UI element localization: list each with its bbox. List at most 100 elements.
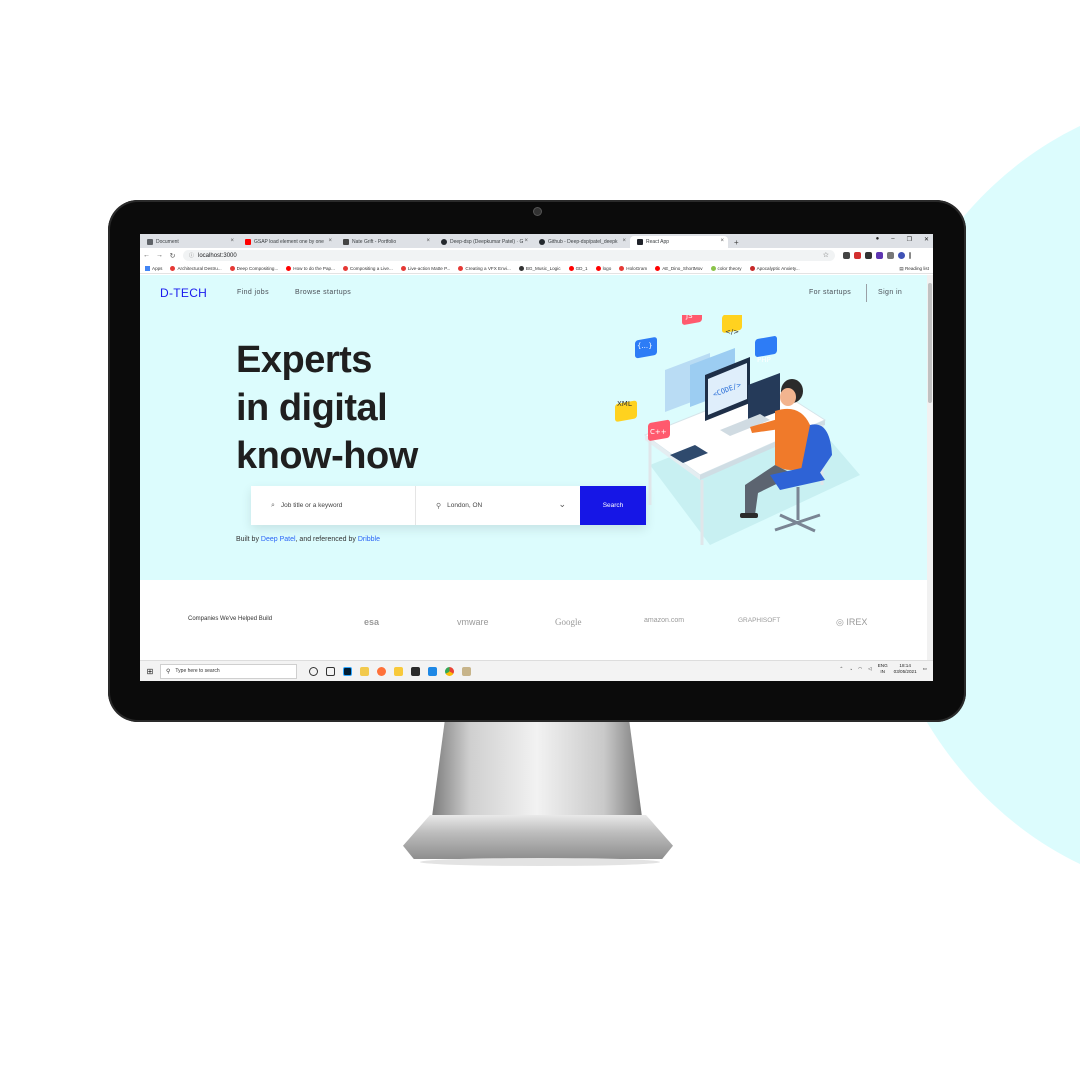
- scrollbar-thumb[interactable]: [928, 283, 932, 403]
- person-shoe: [740, 513, 758, 518]
- app-icon[interactable]: [462, 666, 471, 676]
- bookmark-item[interactable]: Creating a VFX Envi...: [458, 265, 511, 271]
- menu-dots-icon[interactable]: [909, 252, 911, 259]
- close-window-icon[interactable]: ✕: [924, 236, 929, 243]
- taskbar-search[interactable]: ⚲ Type here to search: [160, 663, 297, 679]
- extension-icon[interactable]: [854, 252, 861, 259]
- nav-browse-startups[interactable]: Browse startups: [295, 289, 351, 296]
- chrome-icon[interactable]: [445, 666, 454, 676]
- browser-tab[interactable]: GSAP load element one by one ×: [238, 236, 336, 248]
- developer-illustration: <CODE/> JS </> PHP XML C++ {...}: [615, 315, 860, 545]
- bookmark-item[interactable]: Compositing a Live...: [342, 265, 393, 271]
- extension-icon[interactable]: [865, 252, 872, 259]
- bookmark-item[interactable]: How to do the Pap...: [286, 265, 335, 271]
- browser-tab[interactable]: Github - Deep-dsp/patel_deepk ×: [532, 236, 630, 248]
- cortana-icon[interactable]: [309, 666, 318, 676]
- photoshop-icon[interactable]: [343, 666, 352, 676]
- system-tray: ⌃ ◔ ◠ ◁ ENG IN 18:14 03/05/2021 ▭: [839, 663, 927, 675]
- extensions: [843, 252, 911, 259]
- bookmark-item[interactable]: Live-action Matte P...: [400, 265, 450, 271]
- bookmark-star-icon[interactable]: ☆: [823, 251, 829, 259]
- close-tab-icon[interactable]: ×: [230, 238, 234, 244]
- apps-grid-icon: [145, 265, 150, 271]
- search-icon: ⚲: [166, 668, 171, 675]
- browser-tab-active[interactable]: React App ×: [630, 236, 728, 248]
- vscode-icon[interactable]: [428, 666, 437, 676]
- location-value: London, ON: [447, 502, 483, 509]
- job-search-bar: ⌕ Job title or a keyword ⚲ London, ON ⌄ …: [251, 486, 646, 525]
- info-icon[interactable]: ⓘ: [189, 252, 194, 259]
- react-favicon-icon: [637, 239, 643, 245]
- browser-tab[interactable]: Document ×: [140, 236, 238, 248]
- bookmark-favicon-icon: [170, 265, 176, 271]
- forward-icon[interactable]: →: [153, 252, 166, 259]
- minimize-icon[interactable]: –: [891, 236, 894, 243]
- extension-icon[interactable]: [876, 252, 883, 259]
- nav-find-jobs[interactable]: Find jobs: [237, 289, 269, 296]
- maximize-icon[interactable]: ❐: [907, 236, 912, 243]
- author-link[interactable]: Deep Patel: [261, 536, 296, 543]
- keyword-placeholder: Job title or a keyword: [280, 502, 343, 509]
- keyword-input[interactable]: ⌕ Job title or a keyword: [251, 486, 416, 525]
- bookmark-item[interactable]: logo: [595, 265, 611, 271]
- reload-icon[interactable]: ↻: [166, 252, 179, 260]
- firefox-icon[interactable]: [377, 666, 386, 676]
- bookmark-item[interactable]: Deep Compositing...: [229, 265, 278, 271]
- close-tab-icon[interactable]: ×: [328, 238, 332, 244]
- bookmark-item[interactable]: color theory: [710, 265, 742, 271]
- browser-tab[interactable]: Deep-dsp (Deepkumar Patel) · G ×: [434, 236, 532, 248]
- bookmark-item[interactable]: Apocalyptic Anxiety...: [749, 265, 800, 271]
- windows-taskbar: ⊞ ⚲ Type here to search ⌃ ◔ ◠ ◁ ENG IN 1…: [140, 660, 933, 681]
- bookmark-item[interactable]: BG_Music_Logic: [518, 265, 561, 271]
- bookmark-item[interactable]: HoloGram: [619, 265, 647, 271]
- windows-start-icon[interactable]: ⊞: [140, 667, 160, 676]
- close-tab-icon[interactable]: ×: [720, 238, 724, 244]
- stand-shadow: [420, 858, 660, 866]
- dribbble-link[interactable]: Dribble: [358, 536, 380, 543]
- task-view-icon[interactable]: [326, 666, 335, 676]
- site-logo[interactable]: D-TECH: [160, 286, 207, 300]
- address-bar[interactable]: ⓘ localhost:3000 ☆: [183, 250, 835, 261]
- headline-line: know-how: [236, 435, 418, 477]
- back-icon[interactable]: ←: [140, 252, 153, 259]
- notes-app-icon[interactable]: [360, 666, 369, 676]
- bookmark-item[interactable]: Apps: [145, 265, 162, 271]
- bookmarks-bar: Apps Architectural Destru... Deep Compos…: [140, 263, 933, 274]
- reading-list[interactable]: ▤ Reading list: [899, 266, 929, 272]
- profile-icon[interactable]: ●: [876, 236, 880, 243]
- location-select[interactable]: ⚲ London, ON ⌄: [416, 486, 580, 525]
- tab-favicon-icon: [441, 239, 447, 245]
- monitor-stand-neck: [432, 722, 642, 817]
- close-tab-icon[interactable]: ×: [622, 238, 626, 244]
- vmware-logo: vmware: [457, 617, 489, 627]
- close-tab-icon[interactable]: ×: [426, 238, 430, 244]
- clock[interactable]: 18:14 03/05/2021: [894, 663, 917, 675]
- php-card-icon: [755, 336, 777, 357]
- taskbar-apps: [309, 666, 471, 676]
- extension-icon[interactable]: [843, 252, 850, 259]
- browser-tab[interactable]: Nate Grift - Portfolio ×: [336, 236, 434, 248]
- cpp-label: C++: [650, 428, 667, 436]
- puzzle-icon[interactable]: [887, 252, 894, 259]
- avatar[interactable]: [898, 252, 905, 259]
- bookmark-item[interactable]: AE_Dino_ShortMov: [655, 265, 703, 271]
- network-icon[interactable]: ◔: [849, 667, 852, 672]
- notification-icon[interactable]: ▭: [923, 666, 927, 672]
- bookmark-item[interactable]: GD_1: [568, 265, 588, 271]
- close-tab-icon[interactable]: ×: [524, 238, 528, 244]
- wifi-icon[interactable]: ◠: [858, 666, 862, 672]
- language-indicator[interactable]: ENG IN: [878, 663, 888, 675]
- location-pin-icon: ⚲: [436, 502, 442, 510]
- nav-for-startups[interactable]: For startups: [809, 289, 851, 296]
- hero-headline: Experts in digital know-how: [236, 336, 418, 480]
- page-scrollbar[interactable]: [927, 275, 933, 660]
- terminal-icon[interactable]: [411, 666, 420, 676]
- chevron-up-icon[interactable]: ⌃: [839, 666, 843, 672]
- file-explorer-icon[interactable]: [394, 666, 403, 676]
- volume-icon[interactable]: ◁: [868, 666, 872, 672]
- tab-favicon-icon: [343, 239, 349, 245]
- new-tab-button[interactable]: +: [728, 238, 739, 248]
- stage: Document × GSAP load element one by one × …: [0, 0, 1080, 1080]
- bookmark-item[interactable]: Architectural Destru...: [170, 265, 222, 271]
- nav-sign-in[interactable]: Sign in: [878, 289, 902, 296]
